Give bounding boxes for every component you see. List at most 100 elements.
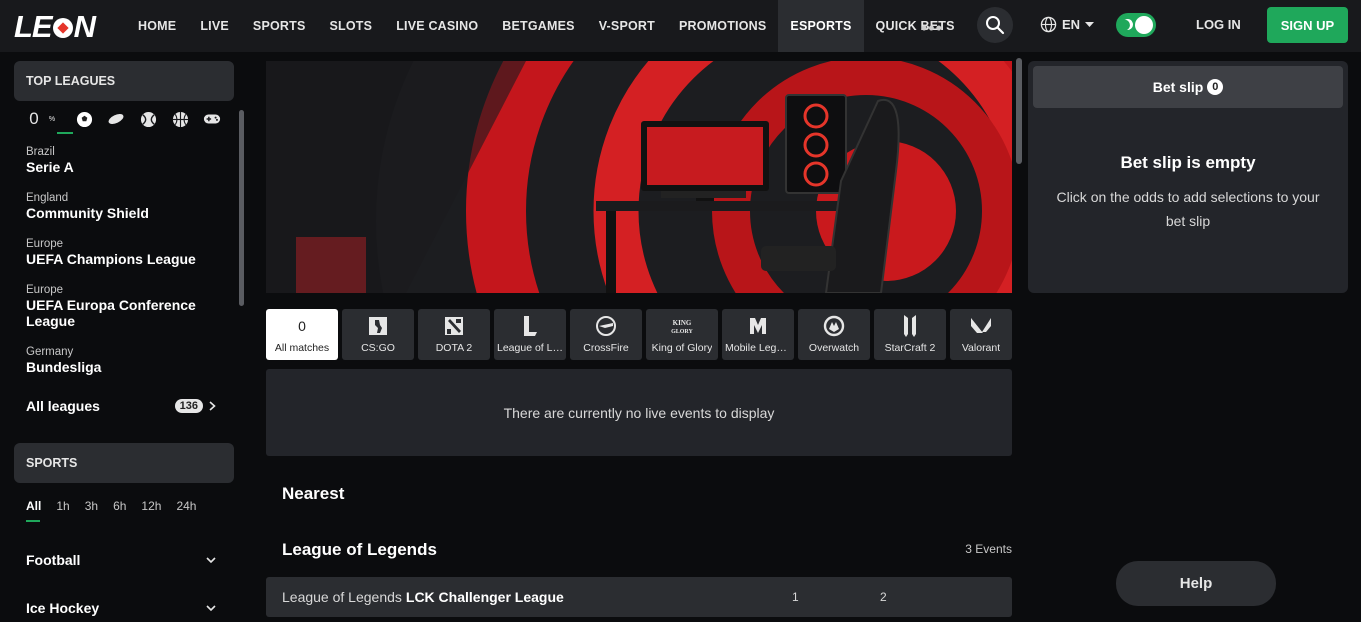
top-bar: LE N HOME LIVE SPORTS SLOTS LIVE CASINO B…	[0, 0, 1361, 52]
main-scrollbar[interactable]	[1016, 58, 1022, 164]
league-item[interactable]: Germany Bundesliga	[26, 346, 211, 375]
bet-slip-empty-title: Bet slip is empty	[1120, 153, 1256, 172]
logo[interactable]: LE N	[14, 9, 96, 45]
search-icon	[986, 16, 1005, 35]
time-filter-12h[interactable]: 12h	[141, 499, 161, 513]
language-selector[interactable]: EN	[1040, 16, 1095, 33]
time-filter-bar: All 1h 3h 6h 12h 24h	[26, 499, 196, 513]
logo-ball-icon	[52, 18, 73, 38]
sport-label: Ice Hockey	[26, 600, 100, 616]
tab-csgo[interactable]: CS:GO	[342, 309, 414, 360]
league-country: England	[26, 192, 69, 204]
basketball-icon[interactable]	[171, 110, 189, 128]
signup-button[interactable]: SIGN UP	[1267, 7, 1348, 43]
league-row-game: League of Legends	[282, 589, 402, 605]
hockey-puck-icon[interactable]	[107, 110, 125, 128]
valorant-icon	[970, 315, 992, 337]
nav-quick-bets[interactable]: QUICK BETS	[864, 0, 967, 52]
nav-sports[interactable]: SPORTS	[241, 0, 318, 52]
nav-home[interactable]: HOME	[126, 0, 188, 52]
gamepad-icon[interactable]	[203, 110, 221, 128]
tab-overwatch[interactable]: Overwatch	[798, 309, 870, 360]
all-leagues-link[interactable]: All leagues 136	[26, 398, 216, 414]
matches-count: 0	[298, 318, 306, 334]
bet-slip-empty-hint: Click on the odds to add selections to y…	[1056, 189, 1320, 229]
soccer-ball-icon[interactable]	[75, 110, 93, 128]
nav-live[interactable]: LIVE	[188, 0, 241, 52]
bet-slip-panel: Bet slip 0 Bet slip is empty Click on th…	[1028, 61, 1348, 293]
league-name: UEFA Champions League	[26, 251, 196, 267]
league-country: Europe	[26, 238, 64, 250]
moon-icon	[1120, 17, 1135, 32]
league-row-name: LCK Challenger League	[405, 589, 564, 605]
tab-league-of-legends[interactable]: League of Legends	[494, 309, 566, 360]
league-name: Bundesliga	[26, 359, 102, 375]
tab-label: Overwatch	[808, 342, 860, 354]
tab-mobile-legends[interactable]: Mobile Legends	[722, 309, 794, 360]
tab-valorant[interactable]: Valorant	[950, 309, 1012, 360]
help-button[interactable]: Help	[1116, 561, 1276, 606]
league-item[interactable]: Brazil Serie A	[26, 146, 211, 175]
time-filter-6h[interactable]: 6h	[113, 499, 126, 513]
league-name: Serie A	[26, 159, 74, 175]
league-header-row[interactable]: League of Legends LCK Challenger League …	[266, 577, 1012, 617]
events-count: 3 Events	[965, 542, 1012, 556]
nav-esports[interactable]: ESPORTS	[778, 0, 864, 52]
theme-toggle[interactable]	[1116, 13, 1156, 37]
chevron-right-icon	[209, 401, 216, 411]
more-dots-icon[interactable]: •••	[921, 18, 943, 39]
sport-row-football[interactable]: Football	[26, 552, 216, 568]
bet-slip-title: Bet slip	[1152, 79, 1204, 95]
chevron-down-icon	[206, 556, 216, 563]
league-name: Community Shield	[26, 205, 149, 221]
league-country: Brazil	[26, 146, 55, 158]
league-country: Germany	[26, 346, 74, 358]
nav-promotions[interactable]: PROMOTIONS	[667, 0, 778, 52]
time-filter-1h[interactable]: 1h	[56, 499, 69, 513]
chevron-down-icon	[206, 604, 216, 611]
nav-live-casino[interactable]: LIVE CASINO	[384, 0, 490, 52]
tennis-ball-icon[interactable]	[139, 110, 157, 128]
tab-king-of-glory[interactable]: KING GLORY King of Glory	[646, 309, 718, 360]
toggle-knob	[1135, 16, 1153, 34]
time-filter-underline	[26, 520, 40, 522]
crossfire-icon	[595, 315, 617, 337]
main-nav: HOME LIVE SPORTS SLOTS LIVE CASINO BETGA…	[126, 0, 967, 52]
sidebar-scrollbar[interactable]	[239, 110, 244, 306]
login-button[interactable]: LOG IN	[1196, 17, 1241, 32]
odds-column-1: 1	[792, 590, 799, 604]
csgo-icon	[367, 315, 389, 337]
tab-dota2[interactable]: DOTA 2	[418, 309, 490, 360]
left-sidebar: TOP LEAGUES 0% Brazil Serie A England Co…	[0, 52, 248, 622]
sport-label: Football	[26, 552, 81, 568]
tab-all-matches[interactable]: 0 All matches	[266, 309, 338, 360]
bet-slip-header[interactable]: Bet slip 0	[1033, 66, 1343, 108]
all-leagues-label: All leagues	[26, 398, 100, 414]
league-name: UEFA Europa Conference League	[26, 297, 196, 329]
tab-label: King of Glory	[651, 342, 713, 354]
league-item[interactable]: Europe UEFA Europa Conference League	[26, 284, 211, 329]
tab-starcraft2[interactable]: StarCraft 2	[874, 309, 946, 360]
time-filter-24h[interactable]: 24h	[176, 499, 196, 513]
sport-row-ice-hockey[interactable]: Ice Hockey	[26, 600, 216, 616]
nav-slots[interactable]: SLOTS	[318, 0, 385, 52]
odds-column-2: 2	[880, 590, 887, 604]
esports-zero-icon[interactable]: 0%	[25, 109, 61, 128]
tab-label: CS:GO	[361, 342, 395, 354]
svg-text:GLORY: GLORY	[671, 329, 693, 335]
search-button[interactable]	[977, 7, 1013, 43]
nav-betgames[interactable]: BETGAMES	[490, 0, 586, 52]
time-filter-3h[interactable]: 3h	[85, 499, 98, 513]
tab-crossfire[interactable]: CrossFire	[570, 309, 642, 360]
language-label: EN	[1062, 17, 1081, 32]
tab-label: DOTA 2	[435, 342, 473, 354]
time-filter-all[interactable]: All	[26, 499, 41, 513]
nav-v-sport[interactable]: V-SPORT	[587, 0, 667, 52]
tab-label: League of Legends	[497, 342, 563, 354]
sports-header: SPORTS	[14, 443, 234, 483]
league-item[interactable]: England Community Shield	[26, 192, 211, 221]
king-of-glory-icon: KING GLORY	[671, 315, 693, 337]
tab-label: Valorant	[961, 342, 1001, 354]
league-item[interactable]: Europe UEFA Champions League	[26, 238, 211, 267]
tab-label: StarCraft 2	[884, 342, 936, 354]
